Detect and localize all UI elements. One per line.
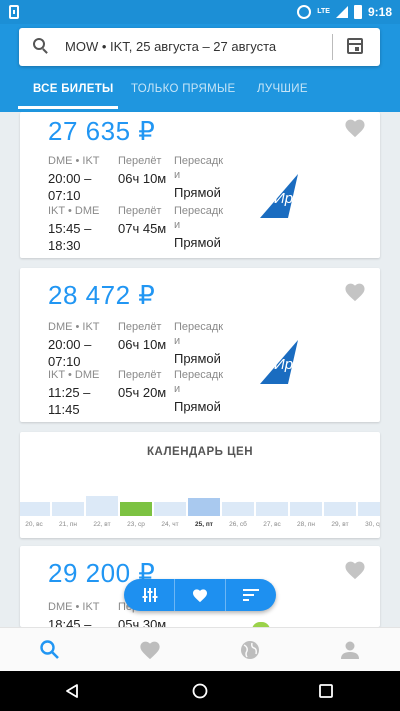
- iraero-logo: ИрАэро: [260, 340, 327, 384]
- lte-indicator: LTE: [317, 8, 330, 15]
- sort-icon: [243, 589, 259, 601]
- system-navigation: [0, 671, 400, 711]
- leg-transfer: Прямой: [174, 351, 221, 366]
- search-icon[interactable]: [33, 38, 45, 50]
- divider: [332, 34, 333, 60]
- price-calendar-title: КАЛЕНДАРЬ ЦЕН: [146, 446, 253, 458]
- bottom-navigation: [0, 627, 400, 671]
- ticket-price: 27 635 ₽: [48, 116, 156, 146]
- price-day-label[interactable]: 26, сб: [221, 521, 255, 528]
- leg-route: DME • IKT: [48, 155, 100, 167]
- price-day-label[interactable]: 29, вт: [323, 521, 357, 528]
- leg-route: IKT • DME: [48, 369, 100, 381]
- favorites-button[interactable]: [175, 579, 225, 611]
- status-bar: LTE 9:18: [0, 0, 400, 24]
- heart-icon[interactable]: [344, 282, 366, 302]
- leg-duration: 05ч 20м: [118, 385, 167, 400]
- globe-icon[interactable]: [239, 639, 261, 661]
- price-bar[interactable]: [290, 502, 322, 516]
- price-bar[interactable]: [256, 502, 288, 516]
- price-bar[interactable]: [324, 502, 356, 516]
- ticket-card[interactable]: 28 472 ₽ DME • IKT 20:00 – 07:10 Перелёт 0…: [20, 268, 380, 422]
- airline-name: ИрАэро: [274, 190, 327, 207]
- price-bar[interactable]: [188, 498, 220, 516]
- price-calendar[interactable]: КАЛЕНДАРЬ ЦЕН 20, вс 21, пн 22, вт 23, ср 24…: [20, 432, 380, 538]
- price-day-label[interactable]: 30, ср: [357, 521, 380, 528]
- tab-all-tickets[interactable]: ВСЕ БИЛЕТЫ: [33, 83, 114, 95]
- search-query[interactable]: MOW • IKT, 25 августа – 27 августа: [65, 39, 276, 54]
- leg-transfer-label: Пересадк и: [174, 155, 224, 181]
- price-day-label[interactable]: 27, вс: [255, 521, 289, 528]
- ticket-price: 28 472 ₽: [48, 280, 156, 310]
- price-bar[interactable]: [120, 502, 152, 516]
- battery-icon: [353, 5, 362, 19]
- leg-duration: 06ч 10м: [118, 171, 167, 186]
- filter-icon: [142, 588, 158, 602]
- phone-icon: [9, 5, 19, 19]
- price-day-label[interactable]: 28, пн: [289, 521, 323, 528]
- heart-icon[interactable]: [344, 118, 366, 138]
- leg-flight-label: Перелёт: [118, 321, 162, 333]
- status-icons: LTE 9:18: [297, 3, 392, 21]
- filter-button[interactable]: [124, 579, 174, 611]
- home-icon[interactable]: [192, 683, 208, 699]
- leg-flight-label: Перелёт: [118, 369, 162, 381]
- heart-icon: [193, 589, 207, 603]
- alarm-icon: [297, 5, 312, 19]
- leg-flight-label: Перелёт: [118, 205, 162, 217]
- back-icon[interactable]: [64, 683, 80, 699]
- airline-name: ИрАэро: [274, 356, 327, 373]
- leg-times: 20:00 – 07:10: [48, 171, 92, 203]
- price-day-label[interactable]: 25, пт: [187, 521, 221, 528]
- leg-transfer: Прямой: [174, 235, 221, 250]
- sort-button[interactable]: [226, 579, 276, 611]
- tab-best[interactable]: ЛУЧШИЕ: [257, 83, 308, 95]
- leg-flight-label: Перелёт: [118, 155, 162, 167]
- price-day-label[interactable]: 21, пн: [51, 521, 85, 528]
- leg-route: DME • IKT: [48, 601, 100, 613]
- leg-duration: 05ч 30м: [118, 617, 167, 627]
- price-bar[interactable]: [52, 502, 84, 516]
- heart-icon[interactable]: [139, 639, 161, 661]
- price-bar[interactable]: [86, 496, 118, 516]
- leg-duration: 06ч 10м: [118, 337, 167, 352]
- leg-times: 20:00 – 07:10: [48, 337, 92, 369]
- leg-transfer-label: Пересадк и: [174, 205, 224, 231]
- ticket-card[interactable]: 27 635 ₽ DME • IKT 20:00 – 07:10 Перелёт 0…: [20, 112, 380, 258]
- profile-icon[interactable]: [339, 639, 361, 661]
- price-bar[interactable]: [222, 502, 254, 516]
- leg-transfer: Прямой: [174, 399, 221, 414]
- leg-times: 11:25 – 11:45: [48, 385, 91, 417]
- leg-route: DME • IKT: [48, 321, 100, 333]
- search-icon[interactable]: [39, 639, 61, 661]
- leg-route: IKT • DME: [48, 205, 100, 217]
- price-day-label[interactable]: 24, чт: [153, 521, 187, 528]
- header: MOW • IKT, 25 августа – 27 августа ВСЕ Б…: [0, 24, 400, 112]
- leg-times: 18:45 –: [48, 617, 92, 627]
- tab-direct-only[interactable]: ТОЛЬКО ПРЯМЫЕ: [131, 83, 235, 95]
- calendar-icon[interactable]: [347, 38, 363, 54]
- price-day-label[interactable]: 23, ср: [119, 521, 153, 528]
- floating-action-bar: [124, 579, 276, 611]
- search-bar[interactable]: MOW • IKT, 25 августа – 27 августа: [19, 28, 380, 66]
- price-bar[interactable]: [20, 502, 50, 516]
- price-day-label[interactable]: 22, вт: [85, 521, 119, 528]
- leg-times: 15:45 – 18:30: [48, 221, 92, 253]
- price-bar[interactable]: [358, 502, 380, 516]
- leg-transfer-label: Пересадк и: [174, 321, 224, 347]
- iraero-logo: ИрАэро: [260, 174, 327, 218]
- tab-indicator: [18, 106, 118, 109]
- price-day-label[interactable]: 20, вс: [20, 521, 51, 528]
- price-calendar-bars: [20, 490, 380, 516]
- recents-icon[interactable]: [318, 683, 334, 699]
- heart-icon[interactable]: [344, 560, 366, 580]
- price-bar[interactable]: [154, 502, 186, 516]
- signal-icon: [335, 6, 348, 18]
- clock: 9:18: [367, 5, 392, 19]
- leg-transfer: Прямой: [174, 185, 221, 200]
- leg-duration: 07ч 45м: [118, 221, 167, 236]
- leg-transfer-label: Пересадк и: [174, 369, 224, 395]
